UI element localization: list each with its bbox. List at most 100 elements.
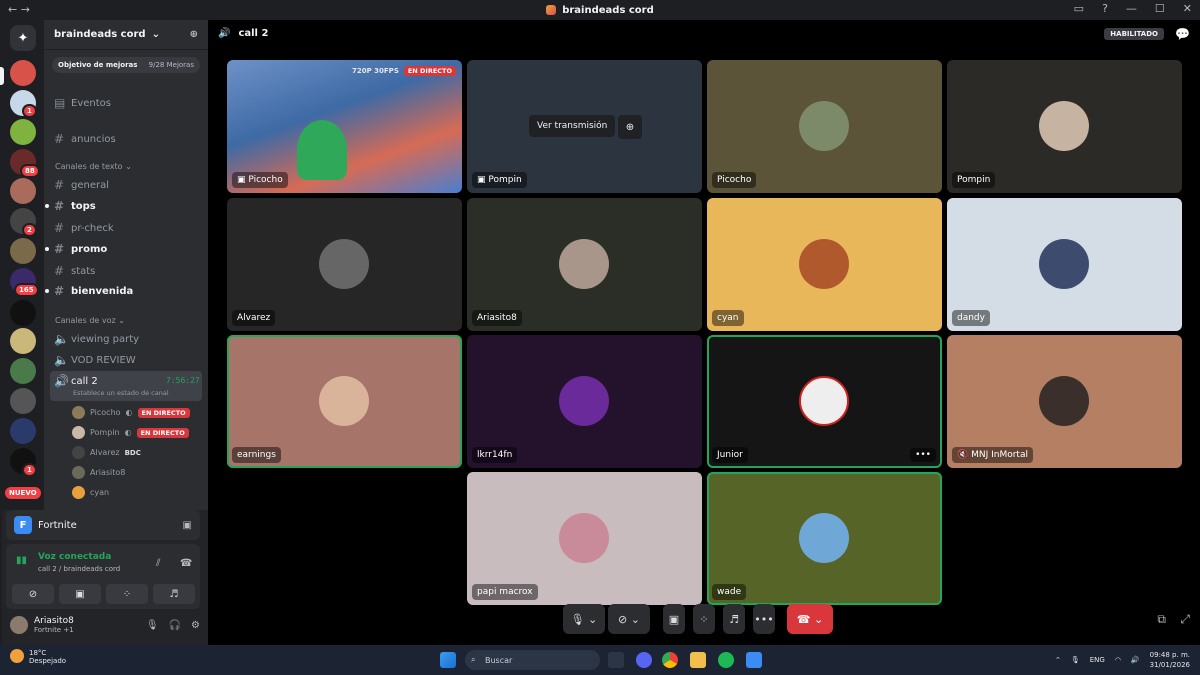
fullscreen-icon[interactable]: ⤢ — [1180, 612, 1190, 627]
camera-button[interactable]: ⊘ ⌄ — [608, 604, 650, 634]
participant-tile[interactable]: Picocho — [707, 60, 942, 193]
help-icon[interactable]: ? — [1102, 2, 1108, 15]
headphones-icon[interactable]: 🎧 — [169, 620, 181, 631]
participant-tile[interactable]: earnings — [227, 335, 462, 468]
participant-tile[interactable]: cyan — [707, 198, 942, 331]
participant-tile[interactable]: Pompin — [947, 60, 1182, 193]
inbox-icon[interactable]: ▭ — [1074, 2, 1084, 15]
invite-icon[interactable]: ⊕ — [190, 29, 198, 40]
channel-promo[interactable]: # promo — [54, 242, 107, 256]
server-icon[interactable] — [10, 388, 36, 414]
avatar — [559, 513, 609, 563]
participant-tile[interactable]: Junior ••• — [707, 335, 942, 468]
enabled-badge[interactable]: HABILITADO — [1104, 28, 1164, 40]
category-text[interactable]: Canales de texto ⌄ — [55, 162, 132, 171]
watch-add-icon[interactable]: ⊕ — [618, 115, 642, 139]
start-icon[interactable] — [440, 652, 456, 668]
activities-button[interactable]: ⁘ — [693, 604, 715, 634]
participant-tile[interactable]: papi macrox — [467, 472, 702, 605]
screen-icon: ◐ — [124, 428, 132, 437]
server-icon[interactable] — [10, 119, 36, 145]
voice-member[interactable]: cyan — [72, 486, 109, 499]
server-icon[interactable] — [10, 60, 36, 86]
mute-button[interactable]: 🎙 ⌄ — [563, 604, 605, 634]
weather-widget[interactable]: 18°C Despejado — [10, 649, 66, 665]
new-badge[interactable]: NUEVO — [5, 487, 41, 499]
share-screen-icon[interactable]: ▣ — [183, 520, 192, 531]
channel-anuncios[interactable]: # anuncios — [54, 132, 116, 146]
server-icon[interactable] — [10, 178, 36, 204]
task-view-icon[interactable] — [608, 652, 624, 668]
more-options-icon[interactable]: ••• — [910, 448, 936, 462]
voice-member[interactable]: Ariasito8 — [72, 466, 125, 479]
voice-member[interactable]: Picocho ◐ EN DIRECTO — [72, 406, 190, 419]
microphone-icon[interactable]: 🎙 — [146, 620, 159, 631]
signal-icon[interactable]: ▮▮ — [16, 555, 27, 566]
screen-share-button[interactable]: ▣ — [59, 584, 101, 604]
live-badge: EN DIRECTO — [403, 66, 456, 76]
participant-tile[interactable]: wade — [707, 472, 942, 605]
language-indicator[interactable]: ENG — [1090, 656, 1105, 664]
category-voice[interactable]: Canales de voz ⌄ — [55, 316, 125, 325]
voice-member[interactable]: Pompin ◐ EN DIRECTO — [72, 426, 189, 439]
voice-channel-vod-review[interactable]: 🔈 VOD REVIEW — [54, 353, 136, 367]
camera-off-button[interactable]: ⊘ — [12, 584, 54, 604]
volume-icon[interactable]: 🔊 — [1131, 656, 1140, 664]
channel-label: pr-check — [71, 222, 114, 234]
spotify-icon[interactable] — [718, 652, 734, 668]
server-icon[interactable] — [10, 300, 36, 326]
events-link[interactable]: ▤ Eventos — [54, 96, 111, 110]
channel-tops[interactable]: # tops — [54, 199, 96, 213]
chevron-up-icon[interactable]: ⌃ — [1055, 656, 1061, 664]
watch-stream-button[interactable]: Ver transmisión — [529, 115, 616, 137]
channel-status-hint[interactable]: Establece un estado de canal — [73, 389, 169, 397]
discord-taskbar-icon[interactable] — [636, 652, 652, 668]
participant-tile[interactable]: lkrr14fn — [467, 335, 702, 468]
disconnect-icon[interactable]: ☎ — [180, 558, 192, 569]
file-explorer-icon[interactable] — [690, 652, 706, 668]
server-icon[interactable] — [10, 418, 36, 444]
gear-icon[interactable]: ⚙ — [191, 620, 200, 631]
voice-member[interactable]: Alvarez BDC — [72, 446, 141, 459]
back-forward-icon[interactable]: ← → — [8, 3, 30, 16]
search-box[interactable]: ⌕ Buscar — [465, 650, 600, 670]
activity-card[interactable]: F Fortnite ▣ — [6, 510, 200, 540]
participant-tile[interactable]: 🔇 MNJ InMortal — [947, 335, 1182, 468]
noise-suppression-icon[interactable]: ⫽ — [156, 558, 160, 569]
channel-stats[interactable]: # stats — [54, 264, 95, 278]
chat-icon[interactable]: 💬 — [1175, 27, 1190, 41]
discord-home-icon[interactable]: ✦ — [10, 25, 36, 51]
server-icon[interactable] — [10, 328, 36, 354]
server-header[interactable]: braindeads cord ⌄ ⊕ — [44, 20, 208, 50]
server-icon[interactable] — [10, 358, 36, 384]
boost-goal[interactable]: Objetivo de mejoras 9/28 Mejoras — [52, 57, 200, 73]
channel-general[interactable]: # general — [54, 178, 109, 192]
stream-tile[interactable]: 720P 30FPS EN DIRECTO ▣ Picocho — [227, 60, 462, 193]
stream-preview-tile[interactable]: Ver transmisión ⊕ ▣ Pompin — [467, 60, 702, 193]
soundboard-button[interactable]: ♬ — [153, 584, 195, 604]
participant-tile[interactable]: Alvarez — [227, 198, 462, 331]
tile-name: Pompin — [488, 175, 522, 185]
more-button[interactable]: ••• — [753, 604, 775, 634]
maximize-button[interactable]: ☐ — [1155, 2, 1165, 15]
leave-call-button[interactable]: ☎ ⌄ — [787, 604, 833, 634]
voice-status[interactable]: Voz conectada — [38, 552, 111, 562]
fortnite-taskbar-icon[interactable] — [746, 652, 762, 668]
close-button[interactable]: ✕ — [1183, 2, 1192, 15]
server-icon[interactable] — [10, 238, 36, 264]
mic-tray-icon[interactable]: 🎙 — [1071, 656, 1080, 664]
popout-icon[interactable]: ⧉ — [1157, 612, 1166, 627]
participant-tile[interactable]: dandy — [947, 198, 1182, 331]
screen-share-button[interactable]: ▣ — [663, 604, 685, 634]
participant-tile[interactable]: Ariasito8 — [467, 198, 702, 331]
wifi-icon[interactable]: ◠ — [1115, 656, 1121, 664]
clock[interactable]: 09:48 p. m. 31/01/2026 — [1150, 650, 1190, 670]
minimize-button[interactable]: — — [1126, 2, 1137, 15]
avatar[interactable] — [10, 616, 28, 634]
channel-bienvenida[interactable]: # bienvenida — [54, 284, 133, 298]
voice-channel-viewing-party[interactable]: 🔈 viewing party — [54, 332, 139, 346]
soundboard-button[interactable]: ♬ — [723, 604, 745, 634]
channel-pr-check[interactable]: # pr-check — [54, 221, 114, 235]
chrome-icon[interactable] — [662, 652, 678, 668]
activities-button[interactable]: ⁘ — [106, 584, 148, 604]
